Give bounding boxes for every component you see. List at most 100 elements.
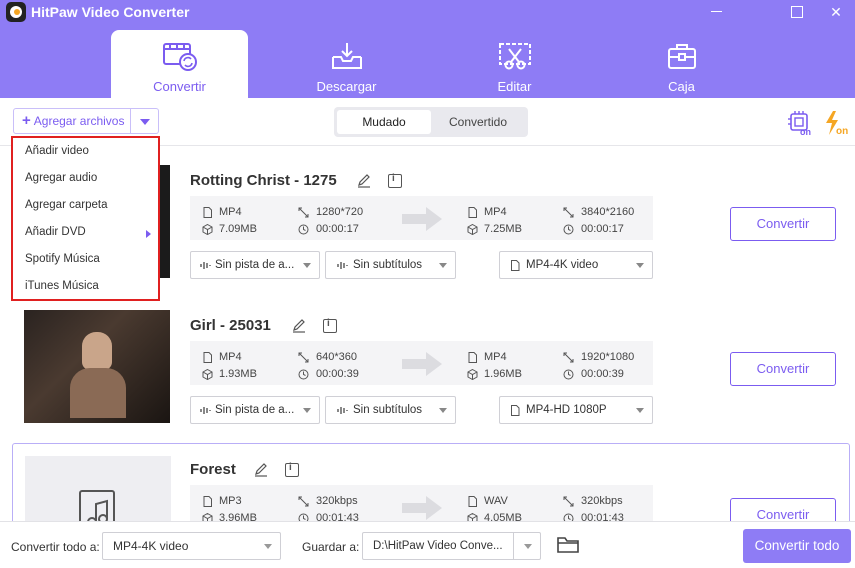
file-icon [203,496,212,507]
media-info-box: MP4 1.93MB 640*360 00:00:39 MP4 1.96MB 1… [190,341,653,385]
resolution-icon [563,207,574,218]
audio-track-select[interactable]: Sin pista de a... [190,396,320,424]
toolbox-icon [668,44,696,69]
add-files-dropdown-button[interactable] [131,108,159,134]
menu-item-add-folder[interactable]: Agregar carpeta [25,199,107,211]
target-duration: 00:00:39 [581,368,624,380]
source-size: 1.93MB [219,368,257,380]
convert-all-button[interactable]: Convertir todo [743,529,851,563]
video-thumbnail [24,310,170,423]
size-cube-icon [202,369,213,380]
minimize-button[interactable] [702,0,732,24]
chevron-down-icon [439,263,447,268]
file-icon [203,352,212,363]
target-bitrate: 320kbps [581,495,623,507]
file-icon [511,260,520,271]
audio-track-select[interactable]: Sin pista de a... [190,251,320,279]
info-icon[interactable] [323,318,337,333]
subtitle-select[interactable]: Sin subtítulos [325,251,456,279]
title-bar: HitPaw Video Converter ✕ [0,0,855,24]
segment-mudado[interactable]: Mudado [337,110,431,134]
tab-descargar[interactable]: Descargar [278,30,415,98]
scissors-edit-icon [499,43,531,70]
clock-icon [563,224,574,235]
audio-track-value: Sin pista de a... [215,259,295,271]
download-tray-icon [332,43,362,69]
target-size: 4.05MB [484,512,522,521]
convert-all-format-select[interactable]: MP4-4K video [102,532,281,560]
segment-convertido[interactable]: Convertido [431,110,525,134]
audio-wave-icon [200,407,211,414]
menu-item-spotify[interactable]: Spotify Música [25,253,100,265]
add-files-menu: Añadir video Agregar audio Agregar carpe… [11,136,160,301]
menu-item-add-dvd[interactable]: Añadir DVD [25,226,86,238]
tab-caja[interactable]: Caja [613,30,750,98]
thumbnail-figure-body [70,368,126,418]
convert-button[interactable]: Convertir [730,207,836,241]
chevron-down-icon [264,544,272,549]
info-icon[interactable] [285,462,299,477]
rename-pencil-icon[interactable] [357,174,371,188]
convert-button[interactable]: Convertir [730,498,836,521]
open-folder-icon[interactable] [557,536,579,554]
source-format: MP4 [219,351,242,363]
output-format-select[interactable]: MP4-4K video [499,251,653,279]
resolution-icon [298,207,309,218]
clock-icon [563,513,574,521]
size-cube-icon [467,513,478,521]
audio-track-value: Sin pista de a... [215,404,295,416]
chevron-down-icon [636,263,644,268]
output-format-value: MP4-4K video [526,259,599,271]
maximize-button[interactable] [782,0,812,24]
close-button[interactable]: ✕ [821,0,851,24]
file-title: Girl - 25031 [190,317,271,334]
output-format-select[interactable]: MP4-HD 1080P [499,396,653,424]
convert-all-label: Convertir todo a: [11,540,100,554]
chevron-down-icon [303,263,311,268]
hardware-acceleration-icon[interactable]: on [788,110,812,136]
convert-arrow-icon [402,207,442,231]
file-title: Forest [190,461,236,478]
file-icon [511,405,520,416]
menu-item-add-audio[interactable]: Agregar audio [25,172,97,184]
add-files-label: Agregar archivos [33,114,125,128]
add-files-button[interactable]: + Agregar archivos [13,108,131,134]
lightning-speed-icon[interactable]: on [822,110,850,136]
menu-item-itunes[interactable]: iTunes Música [25,280,99,292]
subtitle-select[interactable]: Sin subtítulos [325,396,456,424]
save-path-select[interactable]: D:\HitPaw Video Conve... [362,532,541,560]
resolution-icon [563,352,574,363]
tab-convertir[interactable]: Convertir [111,30,248,98]
output-format-value: MP4-HD 1080P [526,404,607,416]
chevron-down-icon [524,544,532,549]
source-format: MP3 [219,495,242,507]
clock-icon [298,224,309,235]
svg-text:on: on [836,126,848,136]
source-format: MP4 [219,206,242,218]
info-icon[interactable] [388,173,402,188]
file-title: Rotting Christ - 1275 [190,172,337,189]
tab-label: Descargar [316,79,377,94]
submenu-arrow-icon [146,230,151,238]
source-resolution: 1280*720 [316,206,364,218]
source-size: 7.09MB [219,223,257,235]
size-cube-icon [467,369,478,380]
tab-editar[interactable]: Editar [446,30,583,98]
size-cube-icon [467,224,478,235]
convert-button[interactable]: Convertir [730,352,836,386]
source-size: 3.96MB [219,512,257,521]
target-duration: 00:00:17 [581,223,624,235]
file-icon [468,496,477,507]
rename-pencil-icon[interactable] [292,319,306,333]
source-resolution: 640*360 [316,351,357,363]
rename-pencil-icon[interactable] [254,463,268,477]
target-size: 7.25MB [484,223,522,235]
app-logo-icon [6,2,26,22]
size-cube-icon [202,513,213,521]
app-title: HitPaw Video Converter [31,4,190,20]
save-path-value: D:\HitPaw Video Conve... [373,540,503,552]
menu-item-add-video[interactable]: Añadir video [25,145,89,157]
subtitle-value: Sin subtítulos [353,259,423,271]
audio-wave-icon [200,262,211,269]
tab-label: Caja [668,79,695,94]
